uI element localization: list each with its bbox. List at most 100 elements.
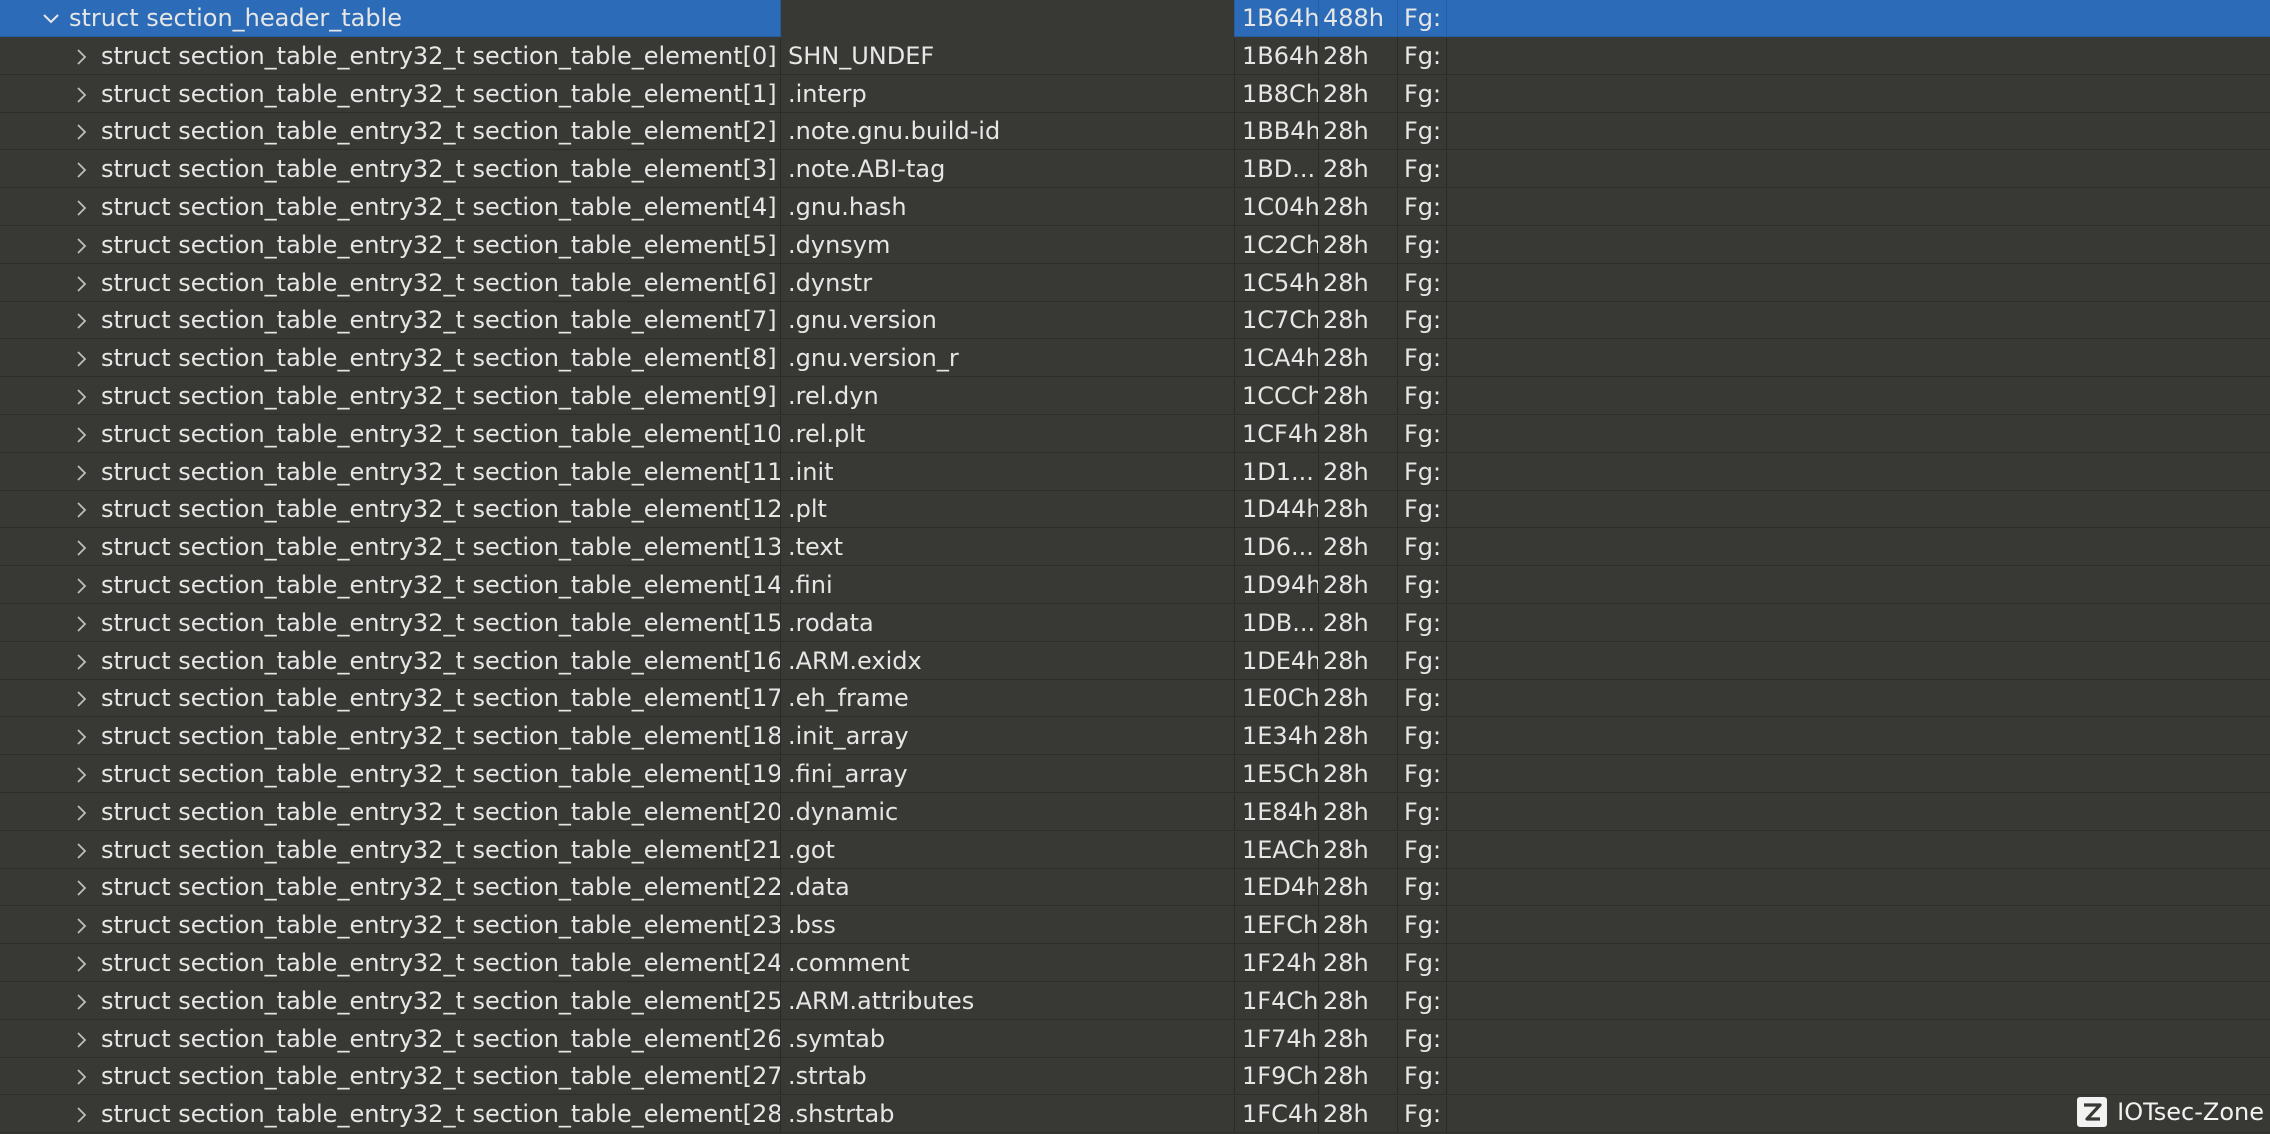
chevron-right-icon[interactable] — [71, 38, 93, 75]
color-cell: Fg: — [1398, 302, 1447, 339]
chevron-right-icon[interactable] — [71, 907, 93, 944]
start-cell: 1B8Ch — [1235, 76, 1319, 113]
tree-row[interactable]: struct section_table_entry32_t section_t… — [0, 1058, 2270, 1095]
comment-cell — [1447, 680, 2270, 717]
comment-cell — [1447, 907, 2270, 944]
chevron-right-icon[interactable] — [71, 265, 93, 302]
color-cell: Fg: — [1398, 265, 1447, 302]
tree-row[interactable]: struct section_table_entry32_t section_t… — [0, 151, 2270, 188]
name-cell: struct section_table_entry32_t section_t… — [0, 1096, 781, 1133]
row-name: struct section_table_entry32_t section_t… — [101, 155, 777, 183]
chevron-right-icon[interactable] — [71, 302, 93, 339]
size-cell: 28h — [1319, 794, 1398, 831]
tree-row[interactable]: struct section_table_entry32_t section_t… — [0, 680, 2270, 717]
chevron-right-icon[interactable] — [71, 945, 93, 982]
tree-row[interactable]: struct section_table_entry32_t section_t… — [0, 340, 2270, 377]
start-cell: 1E0Ch — [1235, 680, 1319, 717]
chevron-right-icon[interactable] — [71, 1058, 93, 1095]
name-cell: struct section_table_entry32_t section_t… — [0, 151, 781, 188]
tree-row[interactable]: struct section_table_entry32_t section_t… — [0, 643, 2270, 680]
chevron-right-icon[interactable] — [71, 756, 93, 793]
chevron-right-icon[interactable] — [71, 832, 93, 869]
comment-cell — [1447, 340, 2270, 377]
start-cell: 1D94h — [1235, 567, 1319, 604]
chevron-right-icon[interactable] — [71, 869, 93, 906]
name-cell: struct section_table_entry32_t section_t… — [0, 76, 781, 113]
tree-row[interactable]: struct section_table_entry32_t section_t… — [0, 1096, 2270, 1133]
tree-row[interactable]: struct section_table_entry32_t section_t… — [0, 227, 2270, 264]
chevron-right-icon[interactable] — [71, 76, 93, 113]
row-name: struct section_table_entry32_t section_t… — [101, 1062, 781, 1090]
start-cell: 1F74h — [1235, 1021, 1319, 1058]
chevron-right-icon[interactable] — [71, 227, 93, 264]
value-cell: .rel.dyn — [781, 378, 1235, 415]
comment-cell — [1447, 0, 2270, 37]
tree-row[interactable]: struct section_table_entry32_t section_t… — [0, 907, 2270, 944]
tree-row[interactable]: struct section_table_entry32_t section_t… — [0, 113, 2270, 150]
tree-row[interactable]: struct section_table_entry32_t section_t… — [0, 983, 2270, 1020]
size-cell: 28h — [1319, 113, 1398, 150]
tree-row[interactable]: struct section_table_entry32_t section_t… — [0, 76, 2270, 113]
tree-row[interactable]: struct section_table_entry32_t section_t… — [0, 945, 2270, 982]
chevron-right-icon[interactable] — [71, 1021, 93, 1058]
value-cell: .shstrtab — [781, 1096, 1235, 1133]
comment-cell — [1447, 718, 2270, 755]
tree-row[interactable]: struct section_table_entry32_t section_t… — [0, 869, 2270, 906]
chevron-right-icon[interactable] — [71, 794, 93, 831]
row-name: struct section_table_entry32_t section_t… — [101, 949, 781, 977]
tree-row[interactable]: struct section_table_entry32_t section_t… — [0, 416, 2270, 453]
value-cell: .gnu.version — [781, 302, 1235, 339]
size-cell: 28h — [1319, 529, 1398, 566]
tree-row[interactable]: struct section_table_entry32_t section_t… — [0, 756, 2270, 793]
name-cell: struct section_table_entry32_t section_t… — [0, 643, 781, 680]
tree-row[interactable]: struct section_table_entry32_t section_t… — [0, 454, 2270, 491]
tree-row[interactable]: struct section_table_entry32_t section_t… — [0, 38, 2270, 75]
comment-cell — [1447, 605, 2270, 642]
tree-row[interactable]: struct section_table_entry32_t section_t… — [0, 491, 2270, 528]
comment-cell — [1447, 227, 2270, 264]
value-cell: .plt — [781, 491, 1235, 528]
tree-row[interactable]: struct section_table_entry32_t section_t… — [0, 718, 2270, 755]
tree-row[interactable]: struct section_table_entry32_t section_t… — [0, 794, 2270, 831]
chevron-right-icon[interactable] — [71, 643, 93, 680]
chevron-right-icon[interactable] — [71, 567, 93, 604]
row-name: struct section_table_entry32_t section_t… — [101, 42, 777, 70]
value-cell: .interp — [781, 76, 1235, 113]
tree-row[interactable]: struct section_table_entry32_t section_t… — [0, 1021, 2270, 1058]
chevron-right-icon[interactable] — [71, 340, 93, 377]
tree-row[interactable]: struct section_table_entry32_t section_t… — [0, 378, 2270, 415]
value-cell: .bss — [781, 907, 1235, 944]
chevron-right-icon[interactable] — [71, 113, 93, 150]
tree-row[interactable]: struct section_table_entry32_t section_t… — [0, 265, 2270, 302]
start-cell: 1B64h — [1235, 38, 1319, 75]
tree-row[interactable]: struct section_table_entry32_t section_t… — [0, 189, 2270, 226]
name-cell: struct section_table_entry32_t section_t… — [0, 718, 781, 755]
chevron-down-icon[interactable] — [40, 0, 62, 37]
chevron-right-icon[interactable] — [71, 1096, 93, 1133]
tree-row[interactable]: struct section_table_entry32_t section_t… — [0, 529, 2270, 566]
chevron-right-icon[interactable] — [71, 491, 93, 528]
chevron-right-icon[interactable] — [71, 151, 93, 188]
tree-row[interactable]: struct section_table_entry32_t section_t… — [0, 567, 2270, 604]
chevron-right-icon[interactable] — [71, 605, 93, 642]
tree-row-header-table[interactable]: struct section_header_table 1B64h 488h F… — [0, 0, 2270, 37]
start-cell: 1C7Ch — [1235, 302, 1319, 339]
chevron-right-icon[interactable] — [71, 680, 93, 717]
tree-row[interactable]: struct section_table_entry32_t section_t… — [0, 302, 2270, 339]
tree-row[interactable]: struct section_table_entry32_t section_t… — [0, 605, 2270, 642]
chevron-right-icon[interactable] — [71, 983, 93, 1020]
chevron-right-icon[interactable] — [71, 189, 93, 226]
value-cell: .ARM.exidx — [781, 643, 1235, 680]
color-cell: Fg: — [1398, 113, 1447, 150]
row-name: struct section_table_entry32_t section_t… — [101, 458, 781, 486]
tree-row[interactable]: struct section_table_entry32_t section_t… — [0, 832, 2270, 869]
chevron-right-icon[interactable] — [71, 454, 93, 491]
chevron-right-icon[interactable] — [71, 416, 93, 453]
chevron-right-icon[interactable] — [71, 378, 93, 415]
value-cell: .symtab — [781, 1021, 1235, 1058]
color-cell: Fg: — [1398, 0, 1447, 37]
value-cell: .note.gnu.build-id — [781, 113, 1235, 150]
chevron-right-icon[interactable] — [71, 529, 93, 566]
name-cell: struct section_table_entry32_t section_t… — [0, 227, 781, 264]
chevron-right-icon[interactable] — [71, 718, 93, 755]
